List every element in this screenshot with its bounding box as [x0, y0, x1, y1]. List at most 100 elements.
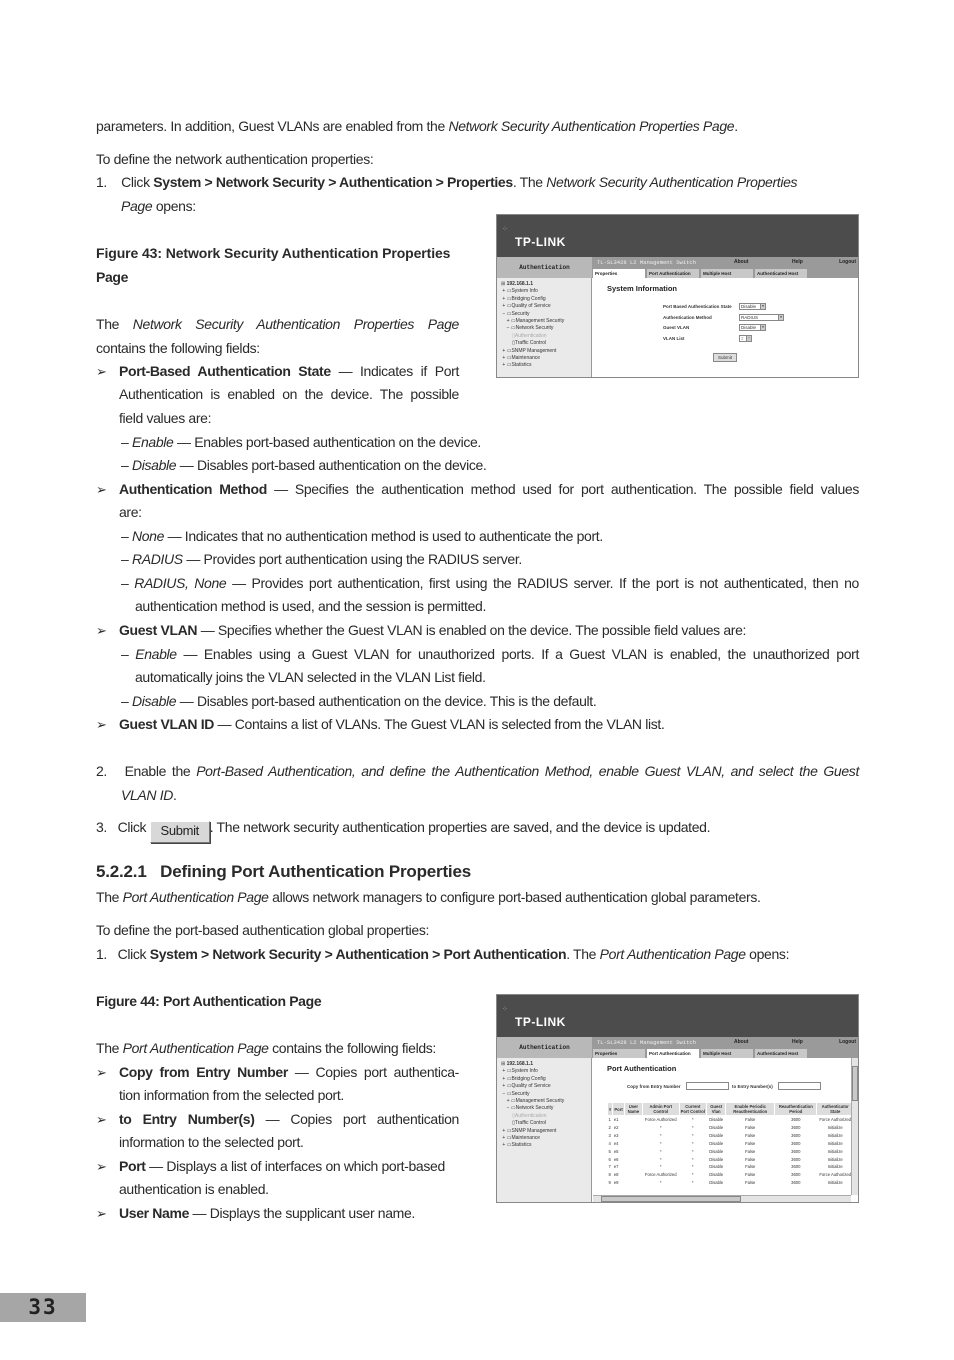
- tree-item-authentication[interactable]: ▯Authentication: [501, 333, 564, 340]
- tab-authenticated-host[interactable]: Authenticated Host: [755, 1049, 807, 1058]
- tree-item-traffic-control[interactable]: ▯Traffic Control: [501, 340, 564, 347]
- text: . The network security authentication pr…: [209, 819, 711, 835]
- table-row[interactable]: 2 e2 * * Disable False 3600 Initialize: [608, 1124, 854, 1132]
- value-name: Enable: [131, 434, 174, 450]
- table-cell: *: [659, 1164, 662, 1170]
- logout-link[interactable]: Logout: [839, 1039, 856, 1045]
- auth-method-select[interactable]: RADIUS ▼: [739, 314, 784, 321]
- vlan-list-select[interactable]: 2 ▼: [739, 335, 752, 342]
- tree-item-root[interactable]: ⊞ 192.168.1.1: [501, 1061, 564, 1068]
- tree-item-maintenance[interactable]: + ▭Maintenance: [501, 1135, 564, 1142]
- product-name: TL-SL3428 L2 Management Switch: [597, 259, 697, 266]
- tab-authenticated-host[interactable]: Authenticated Host: [755, 269, 807, 278]
- chevron-down-icon: ▼: [778, 315, 783, 320]
- table-cell: [624, 1179, 642, 1187]
- tree-item-statistics[interactable]: + ▭Statistics: [501, 1142, 564, 1149]
- tab-port-authentication[interactable]: Port Authentication: [647, 1049, 699, 1058]
- tree-item-security[interactable]: − ▭Security: [501, 311, 564, 318]
- step-number: 1.: [96, 946, 107, 962]
- section-paragraph: The Port Authentication Page allows netw…: [96, 886, 859, 909]
- tree-item-bridging-config[interactable]: + ▭Bridging Config: [501, 296, 564, 303]
- table-row[interactable]: 9 e9 * * Disable False 3600 Initialize: [608, 1179, 854, 1187]
- scroll-thumb[interactable]: [852, 1066, 858, 1101]
- scroll-thumb[interactable]: [601, 1196, 741, 1202]
- table-cell: Disable: [709, 1164, 724, 1170]
- text: . The: [566, 946, 600, 962]
- tree-item-qos[interactable]: + ▭Quality of Service: [501, 303, 564, 310]
- tree-item-system-info[interactable]: + ▭System Info: [501, 288, 564, 295]
- table-cell: Force Authorized: [819, 1117, 852, 1122]
- table-cell: Initialize: [827, 1180, 843, 1186]
- tree-item-management-security[interactable]: + ▭Management Security: [501, 1098, 565, 1105]
- tree-item-network-security[interactable]: − ▭Network Security: [501, 325, 564, 332]
- tab-properties[interactable]: Properties: [593, 1049, 645, 1058]
- logo-mark-icon: ⁘: [502, 1006, 508, 1013]
- table-cell: *: [659, 1140, 662, 1146]
- field-name: Port-Based Authentication State: [119, 363, 331, 379]
- bullet-icon: ➢: [96, 1206, 107, 1221]
- tab-properties[interactable]: Properties: [593, 269, 645, 278]
- vertical-scrollbar[interactable]: [851, 1058, 858, 1195]
- field-guest-vlan-id: Guest VLAN ID — Contains a list of VLANs…: [119, 713, 859, 736]
- field-name: Port: [119, 1158, 146, 1174]
- table-cell: Force Authorized: [644, 1117, 677, 1122]
- table-cell: *: [691, 1140, 694, 1146]
- help-link[interactable]: Help: [792, 1039, 803, 1045]
- tab-multiple-host[interactable]: Multiple Host: [701, 1049, 753, 1058]
- tree-item-security[interactable]: − ▭Security: [501, 1091, 564, 1098]
- table-cell: False: [745, 1117, 756, 1122]
- about-link[interactable]: About: [734, 259, 748, 265]
- tree-item-root[interactable]: ⊞ 192.168.1.1: [501, 281, 564, 288]
- tree-item-statistics[interactable]: + ▭Statistics: [501, 362, 564, 369]
- page-reference: Network Security Authentication Properti…: [132, 316, 460, 332]
- submit-button[interactable]: Submit: [713, 353, 737, 362]
- to-entry-input[interactable]: [778, 1082, 821, 1090]
- text: opens:: [745, 946, 790, 962]
- tree-item-system-info[interactable]: + ▭System Info: [501, 1068, 564, 1075]
- table-row[interactable]: 8 e8 Force Authorized * Disable False 3600 Forc…: [608, 1171, 854, 1179]
- table-row[interactable]: 3 e3 * * Disable False 3600 Initialize: [608, 1132, 854, 1140]
- table-cell: e5: [613, 1148, 619, 1154]
- tree-item-network-security[interactable]: − ▭Network Security: [501, 1105, 564, 1112]
- table-row[interactable]: 1 e1 Force Authorized * Disable False 3600 Forc…: [608, 1116, 854, 1124]
- table-cell: False: [745, 1124, 756, 1130]
- port-auth-state-select[interactable]: Disable ▼: [739, 303, 766, 310]
- table-cell: e8: [613, 1172, 619, 1178]
- table-row[interactable]: 5 e5 * * Disable False 3600 Initialize: [608, 1148, 854, 1156]
- logout-link[interactable]: Logout: [839, 259, 856, 265]
- to-entry-label: to Entry Number(s): [732, 1084, 773, 1089]
- table-row[interactable]: 7 e7 * * Disable False 3600 Initialize: [608, 1163, 854, 1171]
- tree-item-traffic-control[interactable]: ▯Traffic Control: [501, 1120, 564, 1127]
- bullet-icon: ➢: [96, 1065, 107, 1080]
- table-row[interactable]: 4 e4 * * Disable False 3600 Initialize: [608, 1140, 854, 1148]
- tree-item-authentication[interactable]: ▯Authentication: [501, 1113, 564, 1120]
- horizontal-scrollbar[interactable]: [593, 1195, 851, 1202]
- figure-43-intro: The Network Security Authentication Prop…: [96, 313, 459, 336]
- tree-item-snmp[interactable]: + ▭SNMP Management: [501, 1128, 564, 1135]
- bullet-icon: ➢: [96, 717, 107, 732]
- guest-vlan-select[interactable]: Disable ▼: [739, 324, 766, 331]
- text: Click: [121, 174, 154, 190]
- tree-item-snmp[interactable]: + ▭SNMP Management: [501, 348, 564, 355]
- text: opens:: [152, 198, 196, 214]
- table-row[interactable]: 6 e6 * * Disable False 3600 Initialize: [608, 1156, 854, 1164]
- table-cell: Initialize: [827, 1140, 843, 1146]
- tab-multiple-host[interactable]: Multiple Host: [701, 269, 753, 278]
- tab-port-authentication[interactable]: Port Authentication: [647, 269, 699, 278]
- tree-item-management-security[interactable]: + ▭Management Security: [501, 318, 565, 325]
- field-name: Guest VLAN: [119, 622, 198, 638]
- about-link[interactable]: About: [734, 1039, 748, 1045]
- tree-item-bridging-config[interactable]: + ▭Bridging Config: [501, 1076, 564, 1083]
- text: — Indicates that no authentication metho…: [164, 528, 604, 544]
- table-cell: *: [659, 1148, 662, 1154]
- page-reference: Page: [121, 198, 153, 214]
- tree-item-qos[interactable]: + ▭Quality of Service: [501, 1083, 564, 1090]
- text: .: [173, 787, 177, 803]
- help-link[interactable]: Help: [792, 259, 803, 265]
- copy-from-entry-input[interactable]: [686, 1082, 729, 1090]
- table-cell: False: [745, 1172, 756, 1178]
- field-desc: Authentication is enabled on the device.…: [119, 386, 459, 402]
- submit-button[interactable]: Submit: [149, 821, 210, 843]
- tree-item-maintenance[interactable]: + ▭Maintenance: [501, 355, 564, 362]
- table-cell: *: [691, 1164, 694, 1170]
